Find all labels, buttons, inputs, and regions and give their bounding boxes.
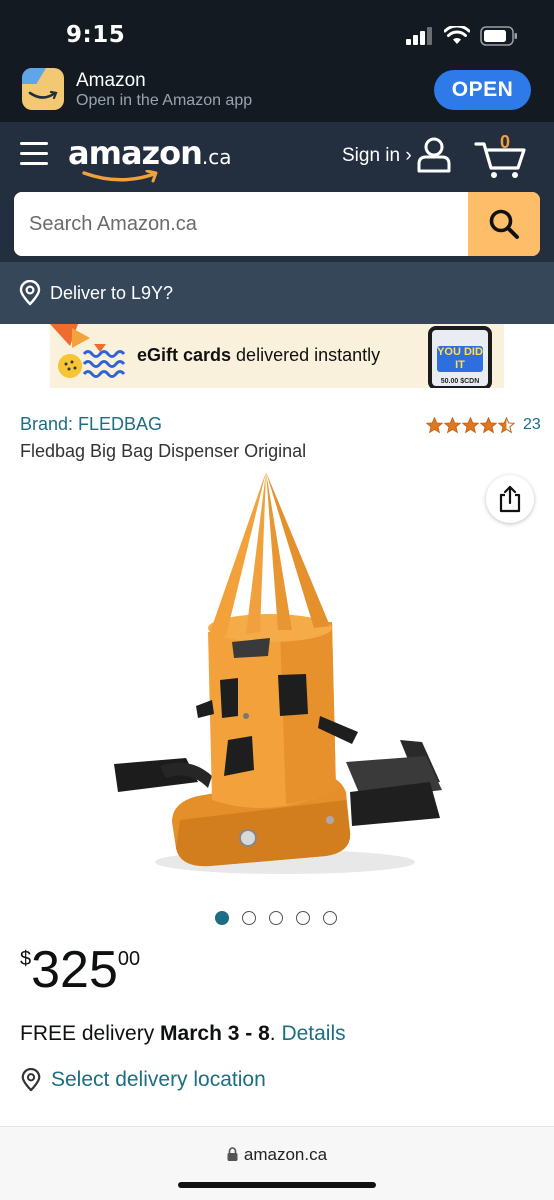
url-text: amazon.ca [243, 1145, 328, 1164]
price-whole: 325 [31, 941, 118, 999]
amazon-app-icon [22, 68, 64, 110]
search-bar [14, 192, 540, 256]
carousel-dot[interactable] [215, 911, 229, 925]
carousel-dot[interactable] [296, 911, 310, 925]
phone-giftcard-image: YOU DID IT 50.00 $CDN [428, 326, 492, 388]
egift-promo-bold: eGift cards [137, 345, 232, 365]
app-install-banner: Amazon Open in the Amazon app OPEN [0, 62, 554, 122]
status-icons [406, 26, 518, 46]
deliver-to-label: Deliver to L9Y? [50, 283, 174, 303]
lock-icon [227, 1147, 238, 1161]
share-icon [499, 485, 521, 513]
delivery-details-link[interactable]: Details [281, 1022, 345, 1045]
star-rating [426, 416, 515, 434]
search-icon [489, 209, 519, 239]
search-input[interactable] [14, 192, 468, 256]
app-banner-subtitle: Open in the Amazon app [76, 92, 253, 109]
product-title: Fledbag Big Bag Dispenser Original [20, 441, 307, 461]
delivery-info: FREE delivery March 3 - 8. Details [20, 1022, 346, 1046]
signin-link[interactable]: Sign in › [342, 145, 412, 167]
user-icon[interactable] [416, 136, 452, 174]
signal-icon [406, 27, 432, 45]
share-button[interactable] [486, 475, 534, 523]
app-name: Amazon [76, 70, 146, 91]
giftcard-amount: 50.00 $CDN [440, 378, 480, 385]
location-pin-icon [19, 280, 41, 306]
cart-button[interactable]: 0 [474, 132, 530, 178]
select-location-label: Select delivery location [51, 1068, 266, 1091]
image-carousel-dots [215, 911, 337, 925]
logo-suffix: .ca [201, 145, 232, 169]
egift-promo-banner[interactable]: eGift cards delivered instantly YOU DID … [50, 324, 504, 388]
deliver-to-bar[interactable]: Deliver to L9Y? [0, 262, 554, 324]
carousel-dot[interactable] [323, 911, 337, 925]
logo-text: amazon [68, 134, 203, 172]
star-icon [426, 416, 443, 433]
product-image[interactable] [100, 470, 460, 890]
wifi-icon [444, 26, 470, 44]
carousel-dot[interactable] [269, 911, 283, 925]
page: 9:15 Amazon Open in the Amazon app OPEN … [0, 0, 554, 1200]
cart-count: 0 [500, 132, 511, 152]
delivery-period: . [269, 1022, 282, 1045]
star-icon [498, 416, 515, 433]
price-fraction: 00 [117, 948, 141, 970]
amazon-logo[interactable]: amazon.ca [68, 134, 232, 183]
home-indicator [178, 1182, 376, 1188]
star-icon [480, 416, 497, 433]
carousel-dot[interactable] [242, 911, 256, 925]
giftcard-image-text: YOU DID IT [437, 346, 483, 372]
search-button[interactable] [468, 192, 540, 256]
gift-decoration-icon [50, 324, 126, 378]
delivery-prefix: FREE delivery [20, 1022, 161, 1045]
price-symbol: $ [20, 948, 32, 970]
egift-promo-text: eGift cards delivered instantly [137, 345, 380, 366]
battery-icon [480, 26, 517, 46]
logo-smile-icon [82, 170, 158, 183]
open-app-button[interactable]: OPEN [434, 70, 531, 110]
egift-promo-rest: delivered instantly [231, 345, 381, 365]
delivery-dates: March 3 - 8 [160, 1022, 270, 1045]
browser-bottom-bar: amazon.ca [0, 1126, 554, 1200]
address-bar[interactable]: amazon.ca [0, 1145, 554, 1165]
site-header: amazon.ca Sign in › 0 [0, 122, 554, 262]
rating-count: 23 [523, 416, 541, 433]
location-pin-icon [21, 1068, 41, 1092]
brand-link[interactable]: Brand: FLEDBAG [20, 414, 162, 435]
status-time: 9:15 [66, 22, 126, 48]
rating[interactable]: 23 [426, 416, 541, 434]
price: $ 325 00 [20, 942, 140, 998]
star-icon [462, 416, 479, 433]
hamburger-menu-icon[interactable] [20, 142, 48, 168]
status-bar: 9:15 [0, 0, 554, 62]
select-delivery-location[interactable]: Select delivery location [20, 1068, 266, 1092]
star-icon [444, 416, 461, 433]
